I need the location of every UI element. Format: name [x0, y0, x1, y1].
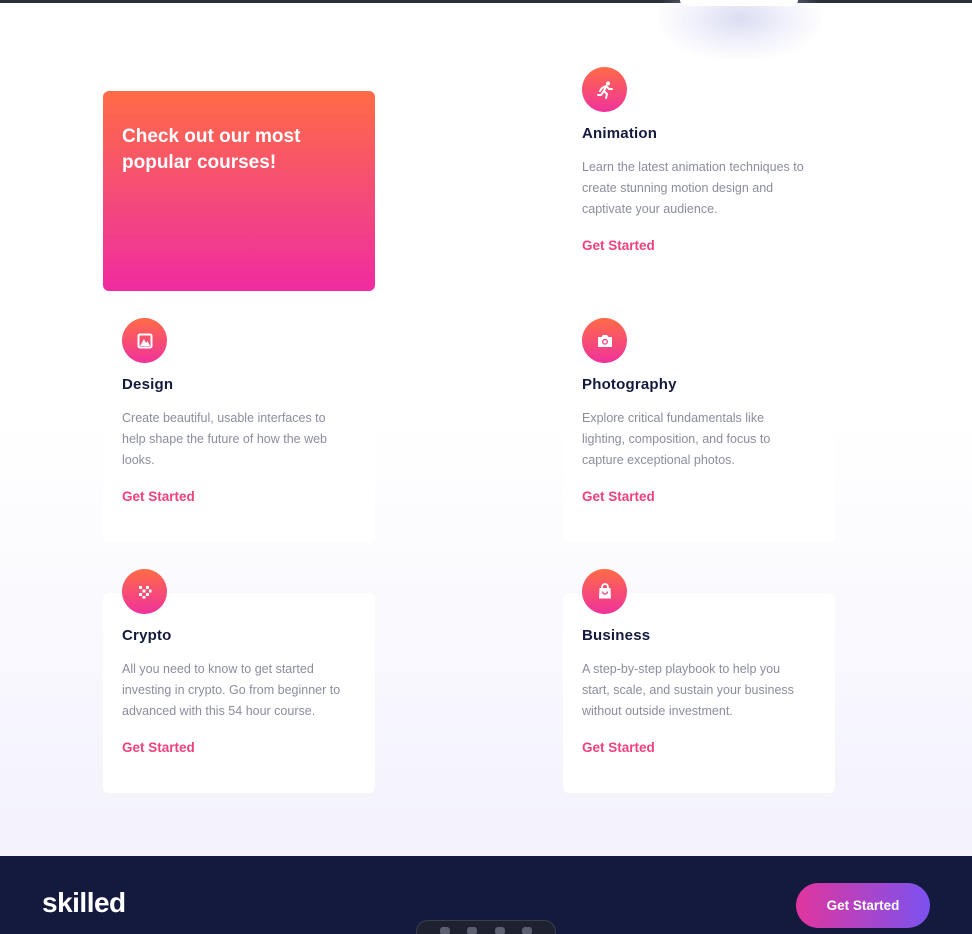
get-started-link[interactable]: Get Started: [582, 238, 655, 253]
camera-icon: [582, 318, 627, 363]
get-started-link[interactable]: Get Started: [582, 740, 655, 755]
image-icon: [122, 318, 167, 363]
decorative-glow: [658, 0, 822, 60]
footer: skilled Get Started: [0, 856, 972, 934]
course-description: Learn the latest animation techniques to…: [582, 160, 804, 216]
course-card-animation: Animation Learn the latest animation tec…: [563, 67, 835, 291]
mic-icon[interactable]: [439, 927, 450, 934]
running-person-icon: [582, 67, 627, 112]
course-description: All you need to know to get started inve…: [122, 662, 341, 718]
course-card-design: Design Create beautiful, usable interfac…: [103, 318, 375, 542]
promo-card: Check out our most popular courses!: [103, 91, 375, 291]
course-card-crypto: Crypto All you need to know to get start…: [103, 569, 375, 793]
course-title: Photography: [582, 376, 677, 393]
menu-icon[interactable]: [494, 927, 505, 934]
skilled-logo[interactable]: skilled: [42, 887, 126, 919]
course-description: Explore critical fundamentals like light…: [582, 411, 771, 467]
course-card-business: Business A step-by-step playbook to help…: [563, 569, 835, 793]
course-card-photography: Photography Explore critical fundamental…: [563, 318, 835, 542]
course-title: Design: [122, 376, 174, 393]
promo-title: Check out our most popular courses!: [122, 126, 301, 173]
course-description: A step-by-step playbook to help you star…: [582, 662, 794, 718]
settings-icon[interactable]: [467, 927, 478, 934]
get-started-link[interactable]: Get Started: [122, 740, 195, 755]
shopping-bag-icon: [582, 569, 627, 614]
floating-toolbar: [416, 920, 556, 934]
decorative-bar: [680, 0, 798, 6]
top-border: [0, 0, 972, 3]
get-started-button[interactable]: Get Started: [796, 883, 930, 928]
crypto-icon: [122, 569, 167, 614]
course-description: Create beautiful, usable interfaces to h…: [122, 411, 328, 467]
course-title: Animation: [582, 125, 658, 142]
get-started-link[interactable]: Get Started: [582, 489, 655, 504]
course-title: Crypto: [122, 627, 172, 644]
get-started-link[interactable]: Get Started: [122, 489, 195, 504]
gear-icon[interactable]: [522, 927, 533, 934]
course-title: Business: [582, 627, 651, 644]
